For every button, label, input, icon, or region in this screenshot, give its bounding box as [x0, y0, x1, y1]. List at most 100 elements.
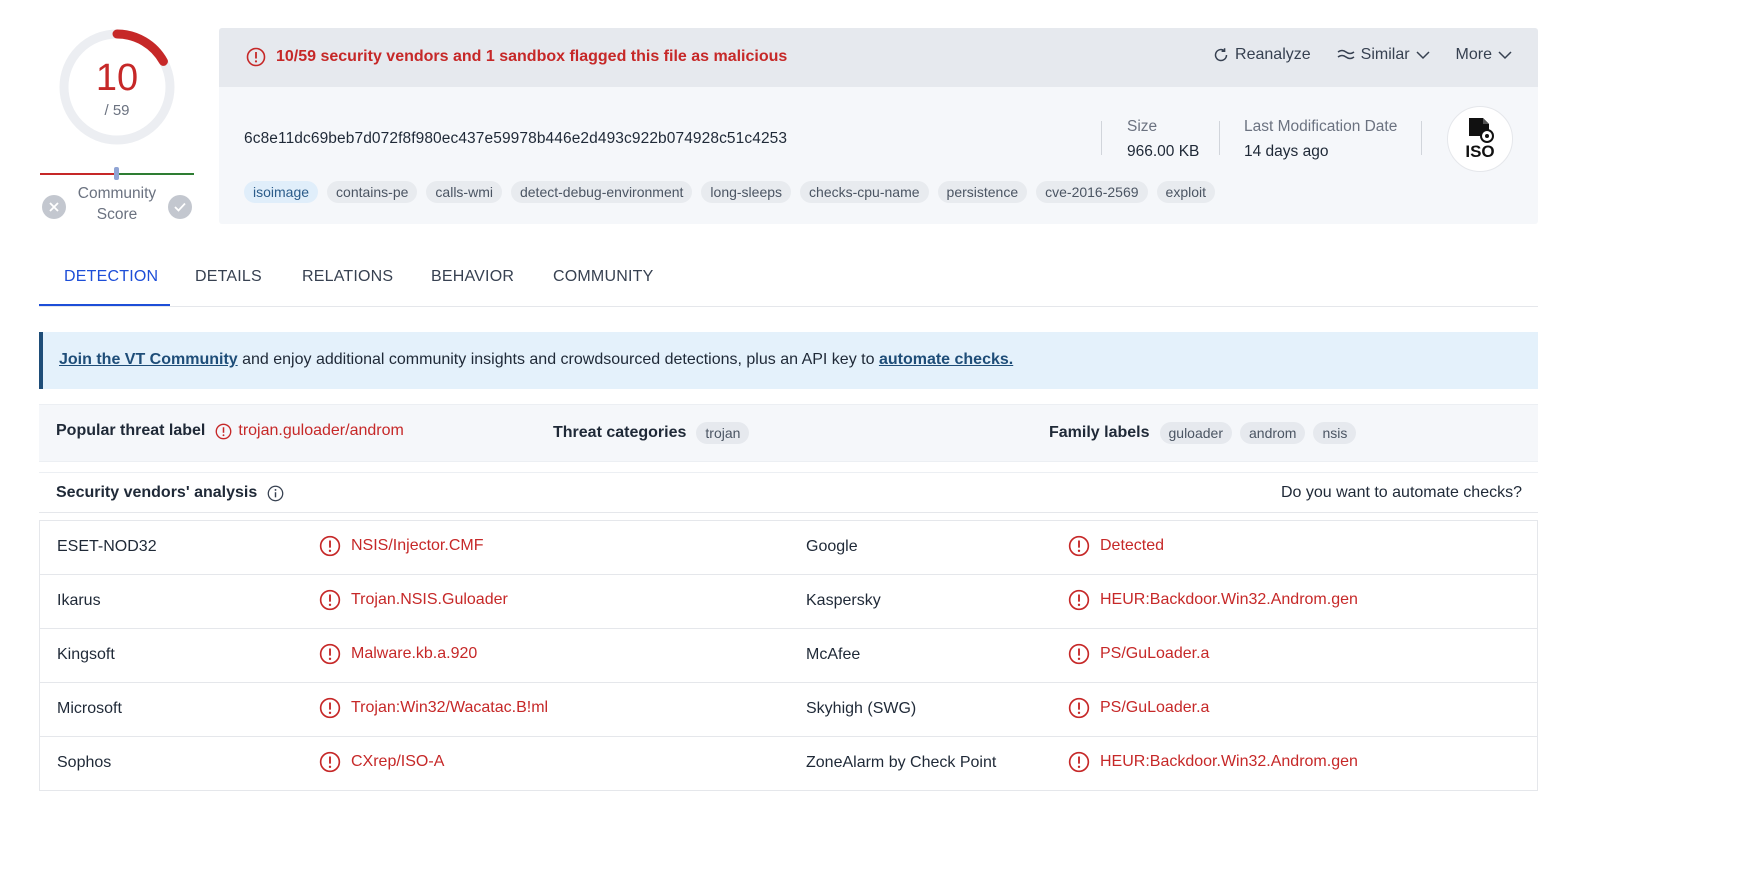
tab-community[interactable]: COMMUNITY: [553, 268, 653, 286]
refresh-icon: [1214, 48, 1228, 62]
family-label-pill[interactable]: guloader: [1159, 422, 1232, 444]
vendor-row: Microsoft Trojan:Win32/Wacatac.B!ml Skyhig…: [40, 683, 1537, 737]
threat-categories: Threat categories trojan: [553, 422, 750, 444]
community-score-label: Community Score: [77, 185, 157, 223]
size-value: 966.00 KB: [1127, 143, 1200, 160]
alert-circle-icon: [215, 423, 232, 439]
vendor-name: Microsoft: [57, 700, 122, 717]
file-actions: Reanalyze Similar More: [1213, 46, 1512, 64]
threat-summary: Popular threat label trojan.guloader/and…: [39, 404, 1538, 462]
tab-bar: DETECTION DETAILS RELATIONS BEHAVIOR COM…: [39, 252, 1538, 307]
vendor-result-text: CXrep/ISO-A: [351, 753, 445, 770]
chevron-down-icon: [1416, 51, 1430, 60]
tab-relations[interactable]: RELATIONS: [302, 268, 393, 286]
detection-score: 10 / 59 Community Score: [40, 24, 194, 230]
file-tag[interactable]: detect-debug-environment: [510, 181, 693, 203]
alert-circle-icon: [1068, 643, 1090, 665]
vendor-result: NSIS/Injector.CMF: [319, 535, 483, 557]
divider: [1219, 121, 1220, 155]
family-label-pill[interactable]: androm: [1240, 422, 1306, 444]
vendor-result-text: Malware.kb.a.920: [351, 645, 478, 662]
vendor-result: Malware.kb.a.920: [319, 643, 477, 665]
alert-circle-icon: [1068, 589, 1090, 611]
vendor-name: Google: [806, 538, 858, 555]
vendor-result-text: PS/GuLoader.a: [1100, 645, 1210, 662]
family-labels: Family labels guloader androm nsis: [1049, 422, 1357, 444]
vote-harmless-button[interactable]: [168, 195, 192, 219]
vendor-result: Detected: [1068, 535, 1164, 557]
similar-icon: [1337, 49, 1355, 60]
more-label: More: [1455, 46, 1492, 63]
vendor-result-text: Trojan:Win32/Wacatac.B!ml: [351, 699, 549, 716]
threat-category-pill[interactable]: trojan: [696, 422, 750, 444]
vendors-header: Security vendors' analysis Do you want t…: [39, 472, 1538, 513]
family-label-pill[interactable]: nsis: [1313, 422, 1357, 444]
vendor-result: Trojan:Win32/Wacatac.B!ml: [319, 697, 548, 719]
check-icon: [174, 202, 186, 212]
file-tags: isoimage contains-pe calls-wmi detect-debug…: [244, 181, 1215, 203]
file-tag[interactable]: calls-wmi: [426, 181, 502, 203]
vendor-row: Sophos CXrep/ISO-A ZoneAlarm by Check Poin…: [40, 737, 1537, 791]
active-tab-indicator: [39, 304, 170, 306]
vendor-row: Ikarus Trojan.NSIS.Guloader Kaspersky HEUR:…: [40, 575, 1537, 629]
tab-detection[interactable]: DETECTION: [64, 268, 158, 286]
file-tag[interactable]: long-sleeps: [701, 181, 792, 203]
vendor-result: CXrep/ISO-A: [319, 751, 444, 773]
vendor-name: Sophos: [57, 754, 112, 771]
vendor-result-text: NSIS/Injector.CMF: [351, 537, 484, 554]
reanalyze-button[interactable]: Reanalyze: [1213, 46, 1311, 64]
alert-text: 10/59 security vendors and 1 sandbox fla…: [276, 48, 788, 65]
vendor-result: HEUR:Backdoor.Win32.Androm.gen: [1068, 589, 1358, 611]
join-community-link[interactable]: Join the VT Community: [59, 351, 238, 368]
iso-label: ISO: [1465, 142, 1494, 161]
community-score-marker: [114, 167, 119, 180]
malicious-alert: 10/59 security vendors and 1 sandbox fla…: [246, 47, 787, 67]
vendor-result-text: Detected: [1100, 537, 1165, 554]
vendor-result-text: Trojan.NSIS.Guloader: [351, 591, 508, 608]
close-icon: [49, 202, 59, 212]
vote-harmful-button[interactable]: [42, 195, 66, 219]
community-banner: Join the VT Community and enjoy addition…: [39, 332, 1538, 389]
divider: [1101, 121, 1102, 155]
automate-checks-link[interactable]: automate checks.: [879, 351, 1013, 368]
alert-circle-icon: [246, 47, 266, 67]
file-tag[interactable]: checks-cpu-name: [800, 181, 929, 203]
vendors-title-text: Security vendors' analysis: [56, 484, 258, 501]
threat-categories-title: Threat categories: [553, 424, 687, 441]
vendor-result: HEUR:Backdoor.Win32.Androm.gen: [1068, 751, 1358, 773]
vendor-result-text: HEUR:Backdoor.Win32.Androm.gen: [1100, 753, 1358, 770]
file-tag[interactable]: contains-pe: [327, 181, 418, 203]
alert-circle-icon: [319, 697, 341, 719]
vendor-name: Ikarus: [57, 592, 101, 609]
file-hash[interactable]: 6c8e11dc69beb7d072f8f980ec437e59978b446e…: [244, 130, 787, 148]
score-total: / 59: [104, 102, 130, 119]
popular-threat-value[interactable]: trojan.guloader/androm: [238, 422, 403, 440]
file-tag[interactable]: cve-2016-2569: [1036, 181, 1148, 203]
vendor-name: Kaspersky: [806, 592, 881, 609]
similar-button[interactable]: Similar: [1337, 46, 1430, 64]
vendor-name: Skyhigh (SWG): [806, 700, 917, 717]
reanalyze-label: Reanalyze: [1235, 46, 1311, 63]
vendor-name: Kingsoft: [57, 646, 115, 663]
automate-checks-prompt[interactable]: Do you want to automate checks?: [1281, 484, 1522, 502]
vendor-name: McAfee: [806, 646, 861, 663]
file-tag[interactable]: exploit: [1156, 181, 1215, 203]
file-size: Size 966.00 KB: [1127, 118, 1199, 161]
similar-label: Similar: [1360, 46, 1410, 63]
alert-bar: 10/59 security vendors and 1 sandbox fla…: [219, 28, 1538, 87]
date-value: 14 days ago: [1244, 143, 1329, 160]
tab-behavior[interactable]: BEHAVIOR: [431, 268, 514, 286]
vendor-result: PS/GuLoader.a: [1068, 697, 1209, 719]
family-labels-title: Family labels: [1049, 424, 1150, 441]
alert-circle-icon: [1068, 697, 1090, 719]
tab-details[interactable]: DETAILS: [195, 268, 262, 286]
vendor-name: ESET-NOD32: [57, 538, 157, 555]
file-tag[interactable]: persistence: [937, 181, 1028, 203]
file-tag[interactable]: isoimage: [244, 181, 319, 203]
info-icon[interactable]: [267, 485, 284, 502]
iso-file-icon: ISO: [1465, 118, 1495, 161]
more-button[interactable]: More: [1456, 46, 1512, 64]
size-label: Size: [1127, 118, 1158, 135]
vendor-name: ZoneAlarm by Check Point: [806, 754, 997, 771]
divider: [1421, 121, 1422, 155]
